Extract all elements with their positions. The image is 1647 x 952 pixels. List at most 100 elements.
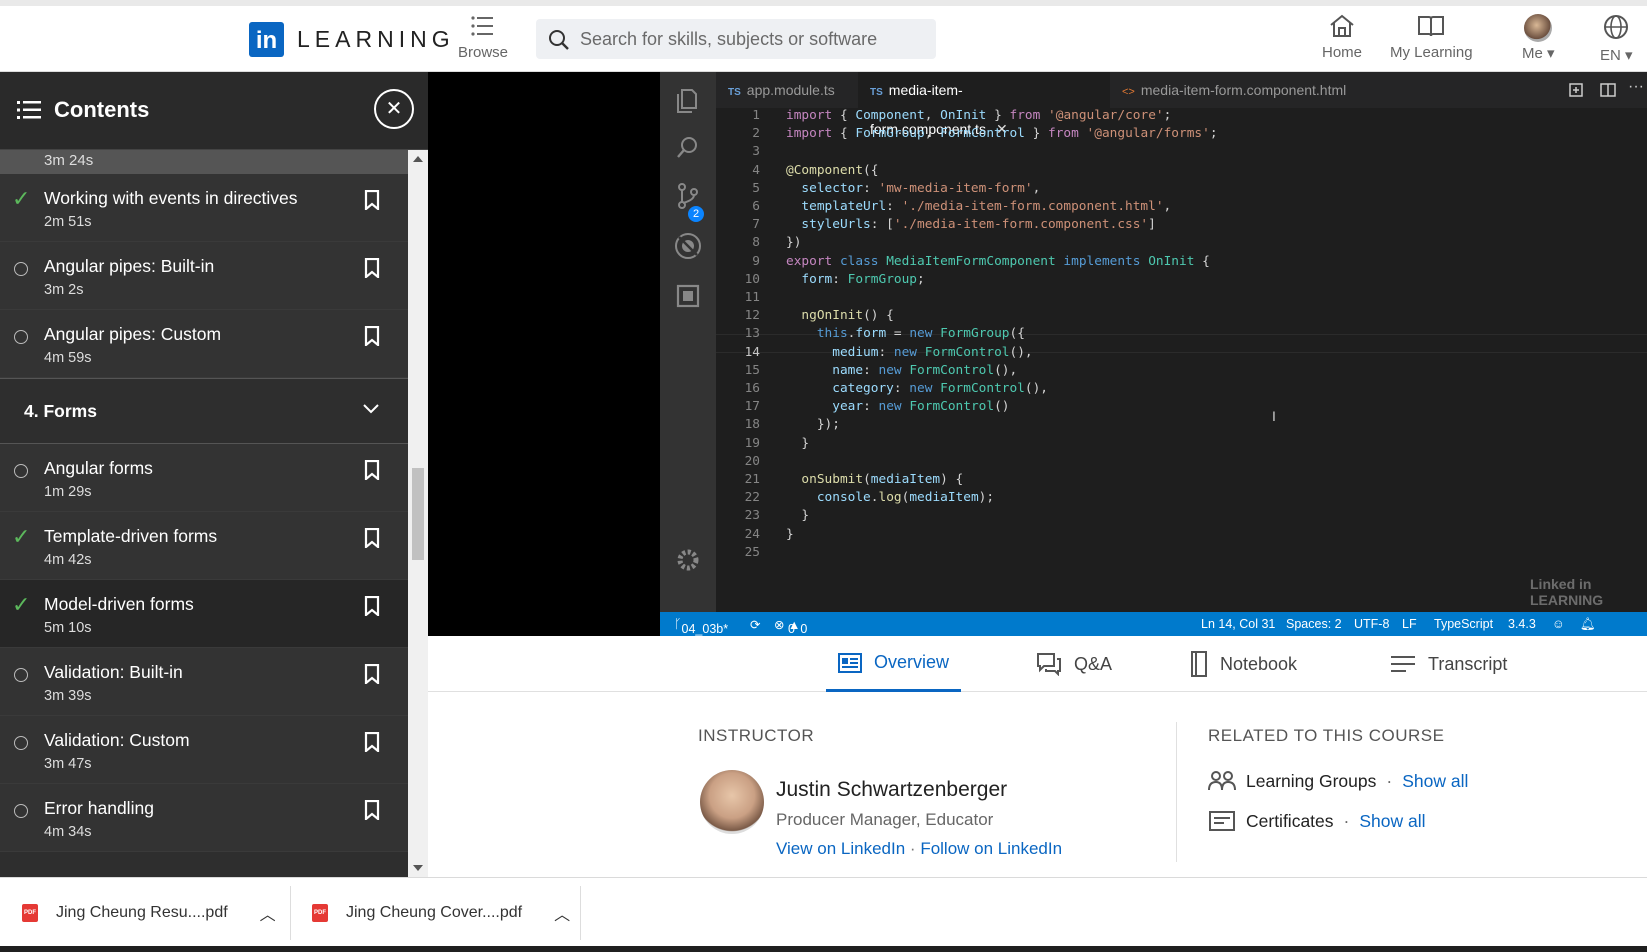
contents-list-item[interactable]: Angular pipes: Built-in 3m 2s <box>0 242 408 310</box>
bookmark-icon[interactable] <box>364 732 380 752</box>
bell-icon: 🔔︎ <box>1580 617 1596 631</box>
nav-my-learning-label: My Learning <box>1390 44 1473 61</box>
bookmark-icon[interactable] <box>364 664 380 684</box>
line-number: 3 <box>752 144 760 160</box>
incomplete-circle-icon <box>14 262 28 276</box>
editor-tabs: TS app.module.ts TS media-item-form.compon… <box>716 72 1647 137</box>
close-contents-button[interactable]: ✕ <box>374 89 414 129</box>
contents-list-item[interactable]: Validation: Custom 3m 47s <box>0 716 408 784</box>
chevron-up-icon[interactable]: ︿ <box>554 901 570 925</box>
item-duration: 2m 51s <box>44 214 92 230</box>
line-number: 9 <box>752 253 760 269</box>
certificates-show-all[interactable]: Show all <box>1359 811 1425 832</box>
more-actions-icon: ··· <box>1628 78 1644 95</box>
dot-separator: · <box>1343 810 1350 831</box>
divider <box>290 886 291 940</box>
learning-groups-show-all[interactable]: Show all <box>1402 771 1468 792</box>
bookmark-icon[interactable] <box>364 190 380 210</box>
line-number: 1 <box>752 108 760 123</box>
nav-language[interactable]: EN ▾ <box>1600 14 1633 64</box>
bookmark-icon[interactable] <box>364 258 380 278</box>
search-icon <box>549 30 569 50</box>
view-on-linkedin-link[interactable]: View on LinkedIn <box>776 839 905 858</box>
line-number: 13 <box>744 326 760 342</box>
instructor-avatar[interactable] <box>700 770 764 834</box>
files-icon <box>677 89 697 113</box>
nav-me-label: Me ▾ <box>1522 45 1555 62</box>
tab-media-item-form-ts[interactable]: TS media-item-form.component.ts ✕ <box>858 72 1110 137</box>
split-editor-icon <box>1600 83 1616 97</box>
contents-list-item[interactable]: ✓ Template-driven forms 4m 42s <box>0 512 408 580</box>
bookmark-icon[interactable] <box>364 460 380 480</box>
browse-button[interactable]: Browse <box>458 14 508 61</box>
list-icon <box>17 101 41 119</box>
pdf-file-icon: PDF <box>22 904 38 922</box>
eol-status: LF <box>1402 617 1417 631</box>
checkmark-icon: ✓ <box>12 186 31 211</box>
video-player[interactable]: 2 TS app.module.ts TS media-item-form.comp… <box>428 72 1647 636</box>
line-number: 17 <box>744 399 760 415</box>
bookmark-icon[interactable] <box>364 596 380 616</box>
item-duration: 5m 10s <box>44 620 92 636</box>
video-duration: 3m 24s <box>0 150 408 174</box>
contents-list-item[interactable]: ✓ Model-driven forms 5m 10s <box>0 580 408 648</box>
bookmark-icon[interactable] <box>364 528 380 548</box>
contents-scrollbar[interactable] <box>408 150 428 877</box>
download-item[interactable]: PDF Jing Cheung Cover....pdf ︿ <box>312 878 570 948</box>
tab-overview[interactable]: Overview <box>826 636 962 692</box>
tab-transcript[interactable]: Transcript <box>1390 636 1507 692</box>
scroll-up-arrow[interactable] <box>413 156 423 162</box>
linkedin-logo[interactable]: in <box>249 22 284 57</box>
download-item[interactable]: PDF Jing Cheung Resu....pdf ︿ <box>22 878 276 948</box>
chevron-up-icon[interactable]: ︿ <box>260 901 276 925</box>
contents-list-item[interactable]: Angular pipes: Custom 4m 59s <box>0 310 408 378</box>
section-divider <box>1176 722 1177 862</box>
instructor-name[interactable]: Justin Schwartzenberger <box>776 778 1007 802</box>
version-status: 3.4.3 <box>1508 617 1536 631</box>
item-title: Angular pipes: Built-in <box>44 256 215 276</box>
line-number: 6 <box>752 199 760 214</box>
close-icon: ✕ <box>385 98 403 120</box>
overview-panel: INSTRUCTOR Justin Schwartzenberger Produ… <box>428 692 1647 877</box>
contents-list-item[interactable]: Error handling 4m 34s <box>0 784 408 852</box>
contents-list-item[interactable]: Validation: Built-in 3m 39s <box>0 648 408 716</box>
book-icon <box>1418 16 1445 37</box>
divider <box>580 886 581 940</box>
globe-icon <box>1604 15 1629 39</box>
learning-wordmark: LEARNING <box>297 26 455 52</box>
line-number: 14 <box>744 344 760 360</box>
linkedin-learning-watermark: Linked in LEARNING <box>1530 576 1604 608</box>
follow-on-linkedin-link[interactable]: Follow on LinkedIn <box>920 839 1062 858</box>
nav-my-learning[interactable]: My Learning <box>1390 14 1473 61</box>
contents-list-item[interactable]: Angular forms 1m 29s <box>0 444 408 512</box>
overview-icon <box>838 652 862 673</box>
section-header-forms[interactable]: 4. Forms <box>0 378 408 444</box>
item-title: Model-driven forms <box>44 594 194 614</box>
editor-status-bar: ᚴ 04_03b* ⟳ ⊗ 0 ▲ 0 Ln 14, Col 31 Spaces… <box>660 612 1647 636</box>
scroll-thumb[interactable] <box>412 468 424 560</box>
bookmark-icon[interactable] <box>364 800 380 820</box>
contents-list-item[interactable]: ✓ Working with events in directives 2m 51s <box>0 174 408 242</box>
bookmark-icon[interactable] <box>364 326 380 346</box>
scroll-down-arrow[interactable] <box>413 865 423 871</box>
debug-icon <box>675 233 701 259</box>
nav-me[interactable]: Me ▾ <box>1522 14 1555 62</box>
tab-qa[interactable]: Q&A <box>1036 636 1112 692</box>
line-number: 16 <box>744 381 760 396</box>
tab-notebook[interactable]: Notebook <box>1190 636 1297 692</box>
nav-home[interactable]: Home <box>1322 14 1362 61</box>
line-number: 2 <box>752 126 760 142</box>
line-number: 12 <box>744 308 760 324</box>
browse-icon <box>471 16 494 36</box>
tab-app-module[interactable]: TS app.module.ts <box>716 72 858 108</box>
line-number: 19 <box>744 435 760 451</box>
sync-icon: ⟳ <box>750 618 761 632</box>
contents-list: 3m 24s ✓ Working with events in directive… <box>0 150 408 877</box>
search-input[interactable] <box>580 27 920 51</box>
search-box[interactable] <box>536 19 936 59</box>
contents-header: Contents ✕ <box>0 72 428 150</box>
tab-media-item-form-html[interactable]: <> media-item-form.component.html <box>1110 72 1370 108</box>
language-status: TypeScript <box>1434 617 1494 631</box>
item-title: Validation: Custom <box>44 730 190 750</box>
contents-sidebar: Contents ✕ 3m 24s ✓ Working with events i… <box>0 72 428 877</box>
